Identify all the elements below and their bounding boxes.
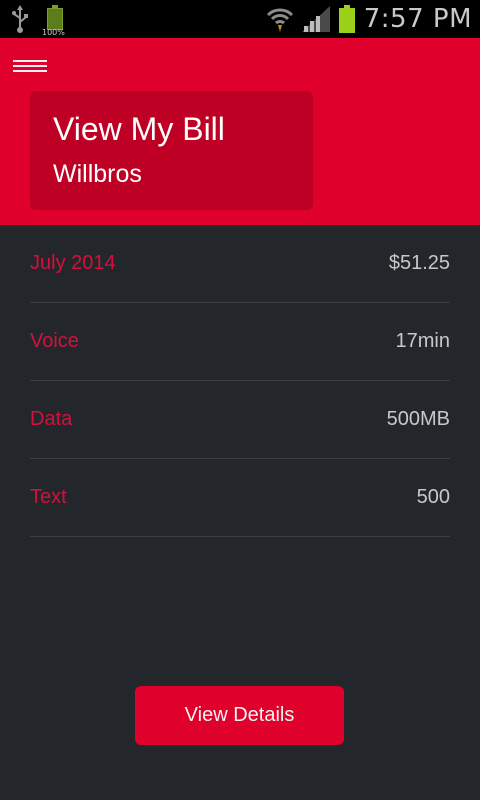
row-label: Data (30, 408, 73, 430)
signal-icon (301, 6, 330, 32)
bill-row-text: Text 500 (30, 459, 450, 537)
title-card: View My Bill Willbros (30, 91, 313, 210)
status-clock: 7:57 PM (363, 4, 472, 34)
account-name: Willbros (53, 160, 142, 188)
app-header: View My Bill Willbros (0, 38, 480, 225)
row-value: 500MB (386, 408, 450, 430)
status-bar-right: 7:57 PM (266, 0, 472, 38)
bill-row-data: Data 500MB (30, 381, 450, 459)
status-bar-left: 100% (10, 0, 66, 38)
battery-icon (338, 5, 356, 33)
status-bar: 100% 7:57 PM (0, 0, 480, 38)
usb-icon (10, 4, 30, 34)
row-value: 17min (395, 330, 450, 352)
row-label: Text (30, 486, 67, 508)
bill-row-period: July 2014 $51.25 (30, 225, 450, 303)
page-title: View My Bill (53, 111, 225, 147)
view-details-button[interactable]: View Details (135, 686, 344, 745)
hamburger-menu-icon[interactable] (13, 60, 47, 74)
battery-percent: 100% (42, 28, 65, 37)
wifi-icon (266, 5, 294, 33)
row-label: Voice (30, 330, 79, 352)
row-value: 500 (416, 486, 450, 508)
battery-full-icon: 100% (42, 4, 66, 37)
bill-summary-list: July 2014 $51.25 Voice 17min Data 500MB … (30, 225, 450, 537)
row-label: July 2014 (30, 252, 116, 274)
bill-row-voice: Voice 17min (30, 303, 450, 381)
row-value: $51.25 (388, 252, 450, 274)
